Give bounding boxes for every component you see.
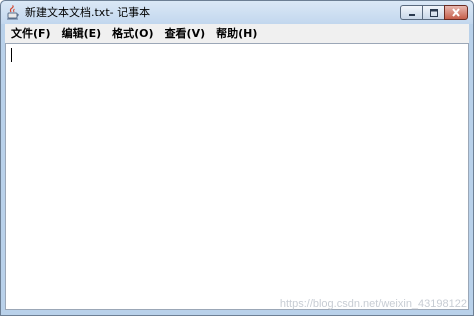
minimize-icon (408, 13, 415, 16)
maximize-icon (429, 8, 438, 17)
watermark-text: https://blog.csdn.net/weixin_43198122 (279, 298, 467, 310)
close-icon (452, 8, 460, 17)
minimize-button[interactable] (400, 5, 422, 20)
window-title: 新建文本文档.txt- 记事本 (25, 6, 151, 19)
menu-view[interactable]: 查看(V) (159, 24, 211, 43)
maximize-button[interactable] (422, 5, 444, 20)
menu-file[interactable]: 文件(F) (5, 24, 56, 43)
title-bar[interactable]: 新建文本文档.txt- 记事本 (1, 1, 473, 24)
menu-edit[interactable]: 编辑(E) (56, 24, 107, 43)
menu-bar: 文件(F) 编辑(E) 格式(O) 查看(V) 帮助(H) (5, 24, 469, 43)
close-button[interactable] (444, 5, 468, 20)
notepad-window: 新建文本文档.txt- 记事本 文件(F) 编辑(E) 格式(O) 查看(V) … (0, 0, 474, 316)
caption-buttons (400, 5, 468, 22)
text-caret (11, 48, 12, 62)
java-app-icon (7, 5, 19, 20)
menu-help[interactable]: 帮助(H) (210, 24, 262, 43)
menu-format[interactable]: 格式(O) (106, 24, 158, 43)
text-editor-area[interactable] (5, 43, 469, 310)
